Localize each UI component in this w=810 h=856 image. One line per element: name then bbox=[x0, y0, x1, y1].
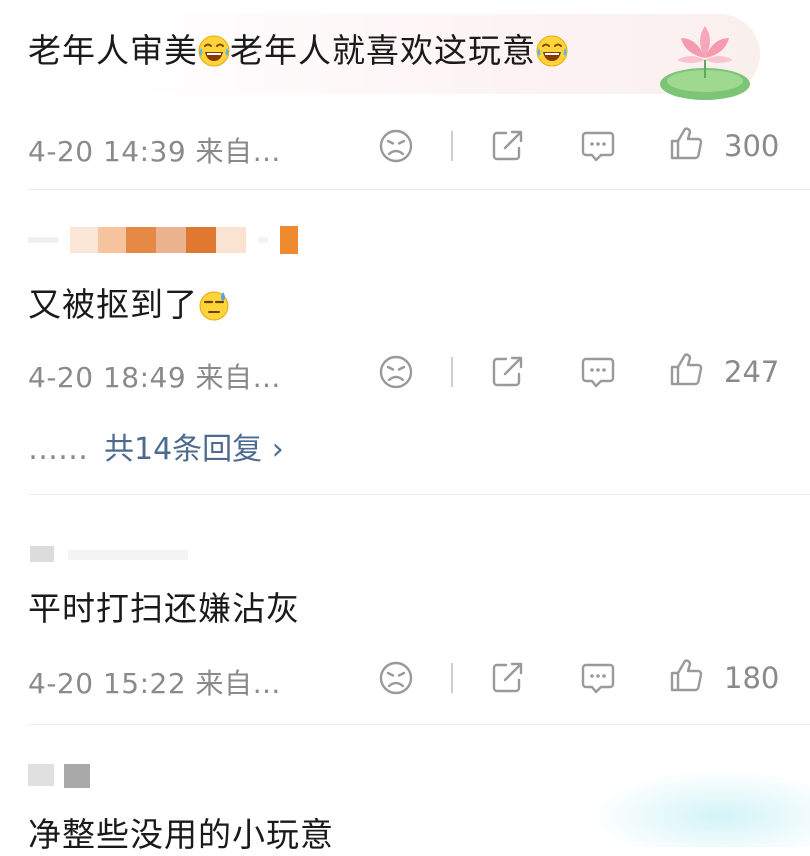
thumbs-up-icon[interactable] bbox=[668, 658, 704, 694]
glow-decoration bbox=[590, 770, 810, 847]
share-icon[interactable] bbox=[490, 128, 526, 164]
replies-link[interactable]: …… 共14条回复 › bbox=[28, 424, 284, 468]
divider-bar bbox=[451, 131, 453, 161]
blurred-username bbox=[28, 226, 298, 254]
comment-text-part: 又被抠到了 bbox=[28, 285, 198, 324]
like-count: 247 bbox=[724, 355, 780, 389]
replies-count-label[interactable]: 共14条回复 › bbox=[104, 432, 284, 467]
comment-icon[interactable] bbox=[580, 128, 616, 164]
blurred-username bbox=[28, 764, 90, 788]
thumbs-up-icon[interactable] bbox=[668, 352, 704, 388]
sweat-emoji-icon bbox=[198, 290, 230, 321]
like-count: 180 bbox=[724, 661, 780, 695]
comment-text: 又被抠到了 bbox=[28, 278, 230, 326]
laugh-cry-emoji-icon bbox=[198, 35, 230, 67]
share-icon[interactable] bbox=[490, 660, 526, 696]
comment-meta: 4-20 15:22 来自… bbox=[28, 667, 282, 700]
dislike-face-icon[interactable] bbox=[378, 354, 414, 390]
dislike-face-icon[interactable] bbox=[378, 660, 414, 696]
share-icon[interactable] bbox=[490, 354, 526, 390]
dislike-face-icon[interactable] bbox=[378, 128, 414, 164]
like-count: 300 bbox=[724, 129, 780, 163]
thumbs-up-icon[interactable] bbox=[668, 126, 704, 162]
comment-icon[interactable] bbox=[580, 354, 616, 390]
comment-text: 净整些没用的小玩意 bbox=[28, 808, 334, 856]
laugh-cry-emoji-icon bbox=[536, 35, 568, 67]
comment-meta: 4-20 18:49 来自… bbox=[28, 361, 282, 394]
divider-bar bbox=[451, 357, 453, 387]
comment-text: 平时打扫还嫌沾灰 bbox=[28, 582, 300, 630]
comment-icon[interactable] bbox=[580, 660, 616, 696]
comment-divider bbox=[28, 189, 810, 190]
lotus-decoration-icon bbox=[660, 26, 750, 100]
comment-text-part: 平时打扫还嫌沾灰 bbox=[28, 589, 300, 628]
comment-divider bbox=[28, 494, 810, 495]
comment-meta: 4-20 14:39 来自… bbox=[28, 135, 282, 168]
comment-divider bbox=[28, 724, 810, 725]
replies-dots: …… bbox=[28, 432, 88, 467]
comment-text-part: 净整些没用的小玩意 bbox=[28, 815, 334, 854]
comment-text-part: 老年人就喜欢这玩意 bbox=[230, 31, 536, 70]
blurred-username bbox=[30, 546, 188, 562]
comment-text-part: 老年人审美 bbox=[28, 31, 198, 70]
comment-text: 老年人审美 老年人就喜欢这玩意 bbox=[28, 24, 568, 72]
divider-bar bbox=[451, 663, 453, 693]
